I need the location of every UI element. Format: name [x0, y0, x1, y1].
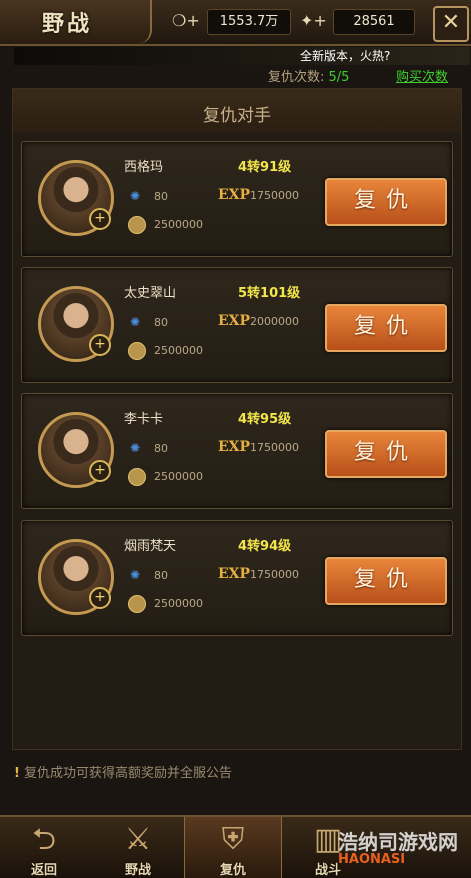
revenge-button[interactable]: 复仇	[325, 304, 447, 352]
revenge-panel: 复仇对手 + 西格玛 4转91级 ✺ 80 EXP 1750000 250000…	[12, 88, 462, 750]
exp-label: EXP	[218, 439, 251, 455]
revenge-count-label: 复仇次数:	[268, 70, 325, 85]
panel-header: 复仇对手	[13, 89, 461, 133]
opponent-level: 4转91级	[238, 160, 292, 175]
opponent-level: 4转94级	[238, 539, 292, 554]
power-value: 80	[154, 316, 168, 329]
top-bar: 野战 ❍+ 1553.7万 ✦+ 28561 ✕	[0, 0, 471, 46]
nav-field-battle[interactable]: ⚔ 野战	[96, 817, 180, 878]
gold-reward: 2500000	[154, 597, 203, 610]
opponent-level: 5转101级	[238, 286, 301, 301]
title-plate: 野战	[0, 0, 152, 44]
power-icon: ✺	[130, 315, 141, 329]
close-icon: ✕	[441, 10, 461, 35]
gold-reward: 2500000	[154, 344, 203, 357]
revenge-button[interactable]: 复仇	[325, 178, 447, 226]
crossed-swords-icon: ⚔	[124, 822, 152, 857]
plus-icon[interactable]: +	[89, 587, 111, 609]
revenge-hint-text: 复仇成功可获得高额奖励并全服公告	[23, 766, 232, 781]
nav-revenge-label: 复仇	[219, 863, 246, 878]
buy-attempts-link[interactable]: 购买次数	[396, 66, 448, 85]
opponent-name: 西格玛	[124, 160, 164, 175]
exp-value: 2000000	[250, 315, 299, 328]
plus-icon[interactable]: +	[89, 334, 111, 356]
revenge-count-value: 5/5	[328, 70, 350, 85]
opponent-name: 烟雨梵天	[124, 539, 177, 554]
revenge-helmet-icon: ⛨	[221, 822, 245, 857]
power-value: 80	[154, 190, 168, 203]
nav-back[interactable]: ⮌ 返回	[4, 817, 84, 878]
power-icon: ✺	[130, 568, 141, 582]
power-icon: ✺	[130, 189, 141, 203]
coin-icon	[128, 216, 146, 234]
coin-icon	[128, 595, 146, 613]
revenge-count: 复仇次数: 5/5	[268, 66, 349, 85]
opponent-name: 李卡卡	[124, 412, 164, 427]
exp-value: 1750000	[250, 189, 299, 202]
opponent-card: + 李卡卡 4转95级 ✺ 80 EXP 1750000 2500000 复仇	[21, 393, 453, 509]
opponent-card: + 烟雨梵天 4转94级 ✺ 80 EXP 1750000 2500000 复仇	[21, 520, 453, 636]
nav-back-label: 返回	[30, 863, 57, 878]
panel-title: 复仇对手	[203, 106, 271, 126]
watermark-sub: HAONASI	[338, 852, 406, 867]
power-value: 80	[154, 442, 168, 455]
power-value: 80	[154, 569, 168, 582]
plus-icon[interactable]: +	[89, 208, 111, 230]
notice-bar	[14, 47, 470, 65]
coin-icon	[128, 468, 146, 486]
revenge-button[interactable]: 复仇	[325, 430, 447, 478]
gold-reward: 2500000	[154, 470, 203, 483]
silver-amount: 1553.7万	[207, 9, 291, 35]
exclamation-icon: !	[14, 766, 20, 781]
page-title: 野战	[42, 12, 93, 37]
plus-icon[interactable]: +	[89, 460, 111, 482]
opponent-card: + 太史翠山 5转101级 ✺ 80 EXP 2000000 2500000 复…	[21, 267, 453, 383]
opponent-card: + 西格玛 4转91级 ✺ 80 EXP 1750000 2500000 复仇	[21, 141, 453, 257]
exp-label: EXP	[218, 187, 251, 203]
exp-label: EXP	[218, 566, 251, 582]
revenge-button[interactable]: 复仇	[325, 557, 447, 605]
opponent-level: 4转95级	[238, 412, 292, 427]
nav-field-battle-label: 野战	[124, 863, 151, 878]
gold-add-icon[interactable]: ✦+	[300, 10, 327, 32]
notice-text: 全新版本，火热?	[300, 49, 391, 63]
gold-amount: 28561	[333, 9, 415, 35]
gold-reward: 2500000	[154, 218, 203, 231]
opponent-name: 太史翠山	[124, 286, 177, 301]
coin-icon	[128, 342, 146, 360]
exp-value: 1750000	[250, 441, 299, 454]
close-button[interactable]: ✕	[433, 6, 469, 42]
power-icon: ✺	[130, 441, 141, 455]
exp-label: EXP	[218, 313, 251, 329]
exp-value: 1750000	[250, 568, 299, 581]
revenge-hint: ! 复仇成功可获得高额奖励并全服公告	[14, 762, 232, 781]
back-arrow-icon: ⮌	[31, 822, 57, 857]
watermark-text: 浩纳司游戏网	[338, 830, 458, 854]
nav-revenge[interactable]: ⛨ 复仇	[184, 817, 282, 878]
silver-add-icon[interactable]: ❍+	[172, 10, 200, 32]
